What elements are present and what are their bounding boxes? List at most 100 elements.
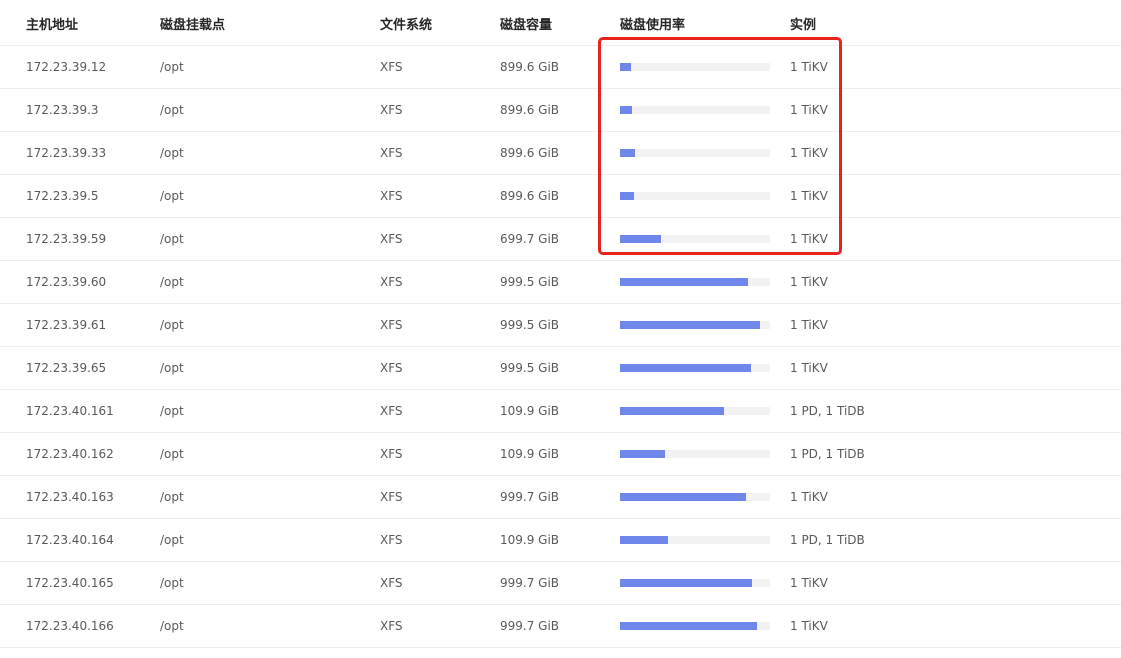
column-header-host[interactable]: 主机地址 xyxy=(26,14,78,33)
instance-list: 1 TiKV xyxy=(790,361,828,375)
mount-point: /opt xyxy=(160,146,184,160)
mount-point: /opt xyxy=(160,533,184,547)
host-address: 172.23.39.60 xyxy=(26,275,107,289)
table-row[interactable]: 172.23.39.65/opt XFS 999.5 GiB 1 TiKV xyxy=(0,347,1121,390)
usage-bar-track xyxy=(620,321,770,329)
host-address: 172.23.39.59 xyxy=(26,232,107,246)
instance-list: 1 TiKV xyxy=(790,146,828,160)
disk-capacity: 109.9 GiB xyxy=(500,533,560,547)
table-row[interactable]: 172.23.39.61/opt XFS 999.5 GiB 1 TiKV xyxy=(0,304,1121,347)
column-header-fs[interactable]: 文件系统 xyxy=(380,14,432,33)
usage-bar-track xyxy=(620,364,770,372)
mount-point: /opt xyxy=(160,103,184,117)
usage-bar-track xyxy=(620,63,770,71)
file-system: XFS xyxy=(380,619,403,633)
instance-list: 1 TiKV xyxy=(790,619,828,633)
disk-capacity: 999.5 GiB xyxy=(500,275,560,289)
usage-bar-track xyxy=(620,493,770,501)
file-system: XFS xyxy=(380,533,403,547)
table-header: 主机地址 磁盘挂载点 文件系统 磁盘容量 磁盘使用率 实例 xyxy=(0,0,1121,46)
mount-point: /opt xyxy=(160,361,184,375)
column-header-capacity[interactable]: 磁盘容量 xyxy=(500,14,552,33)
file-system: XFS xyxy=(380,447,403,461)
instance-list: 1 PD, 1 TiDB xyxy=(790,404,865,418)
usage-bar-track xyxy=(620,536,770,544)
disk-capacity: 999.7 GiB xyxy=(500,619,560,633)
usage-bar-track xyxy=(620,106,770,114)
column-header-usage[interactable]: 磁盘使用率 xyxy=(620,14,685,33)
instance-list: 1 PD, 1 TiDB xyxy=(790,533,865,547)
table-body: 172.23.39.12/opt XFS 899.6 GiB 1 TiKV 172.23… xyxy=(0,46,1121,648)
disk-capacity: 899.6 GiB xyxy=(500,189,560,203)
usage-bar-fill xyxy=(620,622,757,630)
file-system: XFS xyxy=(380,361,403,375)
table-row[interactable]: 172.23.40.162/opt XFS 109.9 GiB 1 PD, 1 TiD… xyxy=(0,433,1121,476)
table-row[interactable]: 172.23.40.165/opt XFS 999.7 GiB 1 TiKV xyxy=(0,562,1121,605)
disk-capacity: 999.7 GiB xyxy=(500,576,560,590)
table-row[interactable]: 172.23.40.161/opt XFS 109.9 GiB 1 PD, 1 TiD… xyxy=(0,390,1121,433)
instance-list: 1 TiKV xyxy=(790,60,828,74)
table-row[interactable]: 172.23.40.163/opt XFS 999.7 GiB 1 TiKV xyxy=(0,476,1121,519)
usage-bar-fill xyxy=(620,235,661,243)
disk-capacity: 899.6 GiB xyxy=(500,146,560,160)
file-system: XFS xyxy=(380,576,403,590)
host-address: 172.23.39.65 xyxy=(26,361,107,375)
usage-bar-fill xyxy=(620,106,632,114)
usage-bar-track xyxy=(620,407,770,415)
mount-point: /opt xyxy=(160,576,184,590)
table-row[interactable]: 172.23.39.59/opt XFS 699.7 GiB 1 TiKV xyxy=(0,218,1121,261)
mount-point: /opt xyxy=(160,189,184,203)
usage-bar-fill xyxy=(620,536,668,544)
usage-bar-fill xyxy=(620,63,631,71)
table-row[interactable]: 172.23.39.60/opt XFS 999.5 GiB 1 TiKV xyxy=(0,261,1121,304)
file-system: XFS xyxy=(380,318,403,332)
file-system: XFS xyxy=(380,189,403,203)
table-row[interactable]: 172.23.39.5/opt XFS 899.6 GiB 1 TiKV xyxy=(0,175,1121,218)
usage-bar-fill xyxy=(620,278,748,286)
host-address: 172.23.39.5 xyxy=(26,189,99,203)
table-row[interactable]: 172.23.39.12/opt XFS 899.6 GiB 1 TiKV xyxy=(0,46,1121,89)
host-address: 172.23.39.61 xyxy=(26,318,107,332)
usage-bar-fill xyxy=(620,364,751,372)
mount-point: /opt xyxy=(160,619,184,633)
file-system: XFS xyxy=(380,490,403,504)
host-address: 172.23.40.162 xyxy=(26,447,114,461)
file-system: XFS xyxy=(380,60,403,74)
mount-point: /opt xyxy=(160,318,184,332)
disk-capacity: 999.5 GiB xyxy=(500,361,560,375)
host-address: 172.23.40.166 xyxy=(26,619,114,633)
disk-capacity: 699.7 GiB xyxy=(500,232,560,246)
instance-list: 1 TiKV xyxy=(790,103,828,117)
table-row[interactable]: 172.23.40.166/opt XFS 999.7 GiB 1 TiKV xyxy=(0,605,1121,648)
usage-bar-fill xyxy=(620,493,746,501)
mount-point: /opt xyxy=(160,60,184,74)
host-address: 172.23.39.12 xyxy=(26,60,107,74)
instance-list: 1 TiKV xyxy=(790,275,828,289)
usage-bar-track xyxy=(620,450,770,458)
mount-point: /opt xyxy=(160,447,184,461)
usage-bar-track xyxy=(620,235,770,243)
table-row[interactable]: 172.23.39.33/opt XFS 899.6 GiB 1 TiKV xyxy=(0,132,1121,175)
mount-point: /opt xyxy=(160,232,184,246)
disk-capacity: 899.6 GiB xyxy=(500,103,560,117)
instance-list: 1 TiKV xyxy=(790,490,828,504)
disk-usage-table: 主机地址 磁盘挂载点 文件系统 磁盘容量 磁盘使用率 实例 172.23.39.… xyxy=(0,0,1121,658)
host-address: 172.23.40.165 xyxy=(26,576,114,590)
instance-list: 1 TiKV xyxy=(790,318,828,332)
file-system: XFS xyxy=(380,232,403,246)
instance-list: 1 TiKV xyxy=(790,232,828,246)
column-header-mount[interactable]: 磁盘挂载点 xyxy=(160,14,225,33)
usage-bar-track xyxy=(620,579,770,587)
usage-bar-fill xyxy=(620,149,635,157)
table-row[interactable]: 172.23.39.3/opt XFS 899.6 GiB 1 TiKV xyxy=(0,89,1121,132)
mount-point: /opt xyxy=(160,275,184,289)
usage-bar-fill xyxy=(620,321,760,329)
mount-point: /opt xyxy=(160,490,184,504)
table-row[interactable]: 172.23.40.164/opt XFS 109.9 GiB 1 PD, 1 TiD… xyxy=(0,519,1121,562)
usage-bar-fill xyxy=(620,579,752,587)
column-header-instance[interactable]: 实例 xyxy=(790,14,816,33)
instance-list: 1 TiKV xyxy=(790,576,828,590)
instance-list: 1 PD, 1 TiDB xyxy=(790,447,865,461)
host-address: 172.23.39.3 xyxy=(26,103,99,117)
host-address: 172.23.39.33 xyxy=(26,146,107,160)
